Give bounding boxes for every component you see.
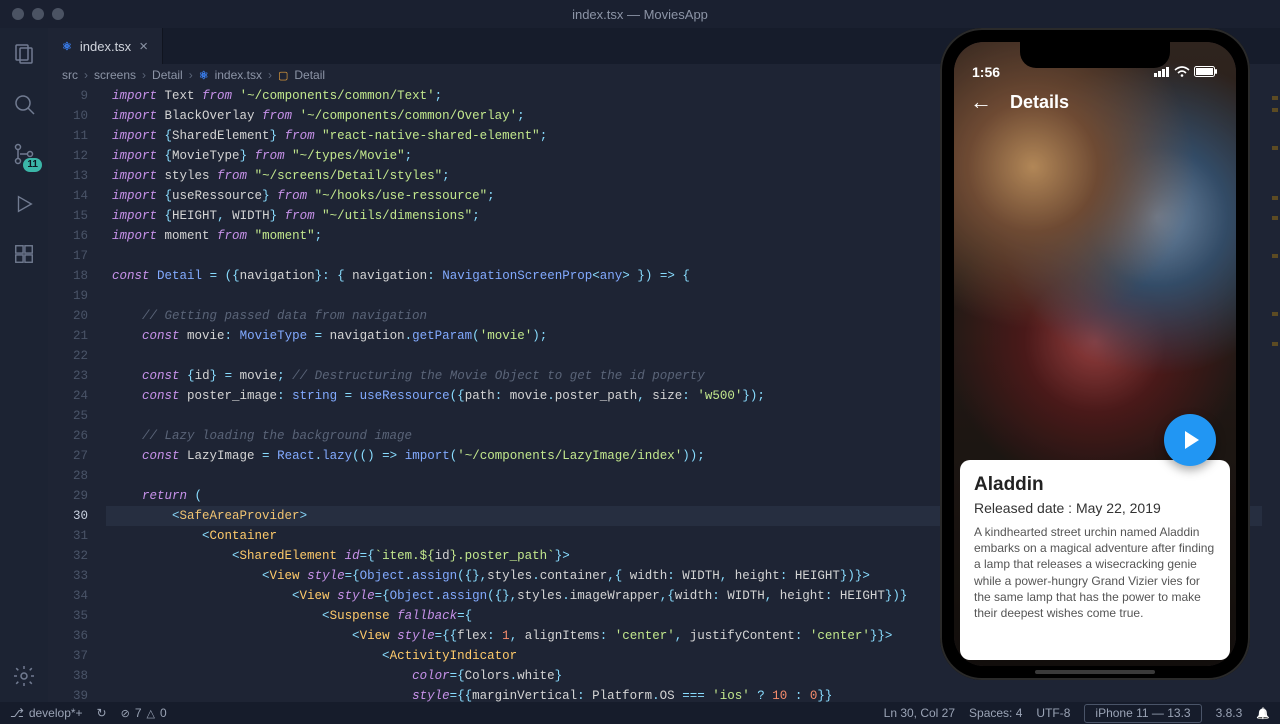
close-window-button[interactable] bbox=[12, 8, 24, 20]
notifications-bell[interactable] bbox=[1256, 706, 1270, 720]
battery-icon bbox=[1194, 64, 1218, 80]
git-branch[interactable]: develop*+ bbox=[10, 706, 83, 720]
movie-title: Aladdin bbox=[974, 474, 1216, 496]
breadcrumb-part[interactable]: index.tsx bbox=[215, 68, 262, 82]
status-time: 1:56 bbox=[972, 64, 1000, 80]
close-tab-icon[interactable]: × bbox=[139, 38, 148, 55]
simulator-selector[interactable]: iPhone 11 — 13.3 bbox=[1084, 704, 1201, 723]
cursor-position[interactable]: Ln 30, Col 27 bbox=[884, 706, 955, 720]
warning-icon bbox=[147, 706, 155, 720]
problems-indicator[interactable]: 7 0 bbox=[121, 706, 167, 720]
minimize-window-button[interactable] bbox=[32, 8, 44, 20]
ios-simulator: 1:56 ← Details bbox=[940, 28, 1250, 680]
sync-icon bbox=[97, 706, 107, 720]
sync-button[interactable] bbox=[97, 706, 107, 720]
screen-header: ← Details bbox=[954, 82, 1236, 122]
home-indicator[interactable] bbox=[1035, 670, 1155, 674]
error-icon bbox=[121, 706, 130, 720]
react-file-icon: ⚛ bbox=[199, 69, 209, 82]
activity-bar: 11 bbox=[0, 28, 48, 702]
scm-badge: 11 bbox=[23, 158, 42, 172]
tab-filename: index.tsx bbox=[80, 39, 131, 54]
device-notch bbox=[1020, 42, 1170, 68]
movie-description: A kindhearted street urchin named Aladdi… bbox=[974, 524, 1216, 621]
settings-gear-icon[interactable] bbox=[10, 662, 38, 690]
symbol-icon: ▢ bbox=[278, 69, 288, 82]
bell-icon bbox=[1256, 706, 1270, 720]
status-bar: develop*+ 7 0 Ln 30, Col 27 Spaces: 4 UT… bbox=[0, 702, 1280, 724]
source-control-icon[interactable]: 11 bbox=[10, 140, 38, 168]
search-icon[interactable] bbox=[10, 90, 38, 118]
breadcrumb-part[interactable]: screens bbox=[94, 68, 136, 82]
minimap[interactable] bbox=[1262, 86, 1280, 702]
window-title: index.tsx — MoviesApp bbox=[572, 7, 708, 22]
zoom-window-button[interactable] bbox=[52, 8, 64, 20]
extensions-icon[interactable] bbox=[10, 240, 38, 268]
indentation[interactable]: Spaces: 4 bbox=[969, 706, 1022, 720]
movie-info-card: Aladdin Released date : May 22, 2019 A k… bbox=[960, 460, 1230, 660]
git-branch-icon bbox=[10, 706, 24, 720]
breadcrumb-part[interactable]: Detail bbox=[152, 68, 183, 82]
encoding[interactable]: UTF-8 bbox=[1036, 706, 1070, 720]
release-date: Released date : May 22, 2019 bbox=[974, 500, 1216, 516]
back-arrow-icon[interactable]: ← bbox=[970, 89, 992, 115]
window-controls bbox=[12, 8, 64, 20]
breadcrumb-part[interactable]: src bbox=[62, 68, 78, 82]
react-file-icon: ⚛ bbox=[62, 40, 72, 53]
typescript-version[interactable]: 3.8.3 bbox=[1216, 706, 1243, 720]
explorer-icon[interactable] bbox=[10, 40, 38, 68]
titlebar: index.tsx — MoviesApp bbox=[0, 0, 1280, 28]
wifi-icon bbox=[1174, 64, 1190, 80]
tab-index-tsx[interactable]: ⚛ index.tsx × bbox=[48, 28, 163, 64]
breadcrumb-part[interactable]: Detail bbox=[294, 68, 325, 82]
screen-title: Details bbox=[1010, 92, 1069, 113]
play-button[interactable] bbox=[1164, 414, 1216, 466]
debug-icon[interactable] bbox=[10, 190, 38, 218]
